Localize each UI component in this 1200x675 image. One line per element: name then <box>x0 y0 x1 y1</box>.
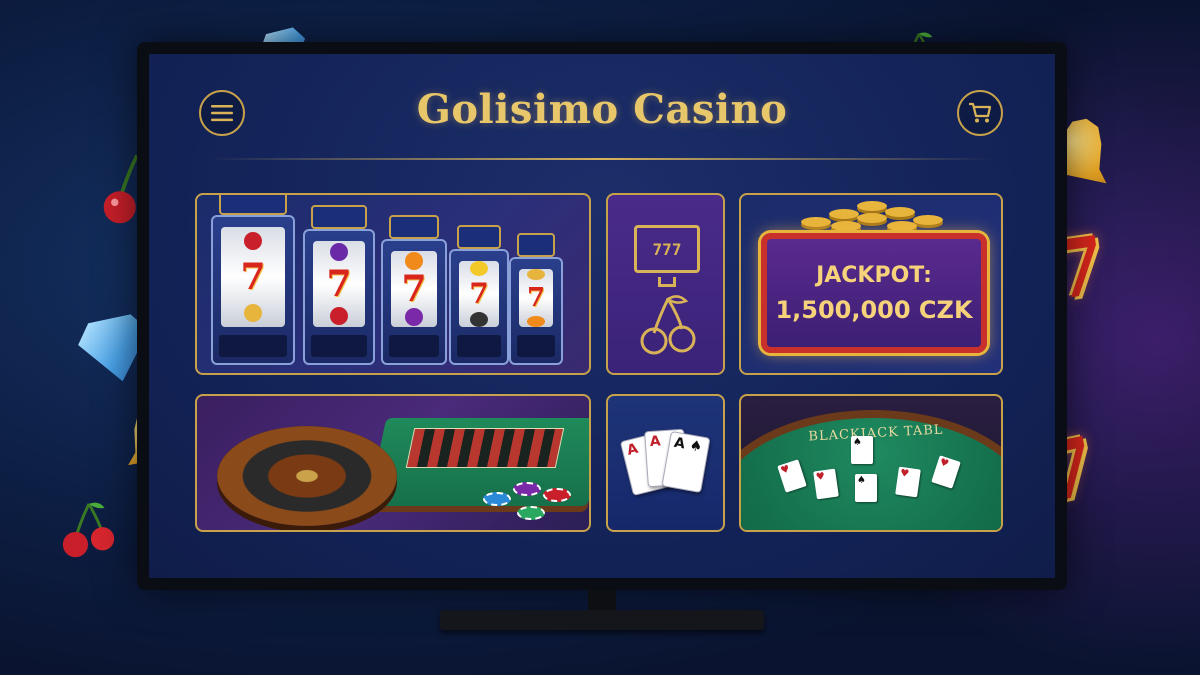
playing-card: ♥ <box>895 466 921 498</box>
seven-symbol: 7 <box>469 277 489 310</box>
title-divider <box>209 158 995 160</box>
slot-machine: 7 <box>509 233 563 365</box>
cherry-outline-icon <box>640 295 696 355</box>
roulette-game-tile[interactable] <box>195 394 591 532</box>
shopping-cart-icon <box>969 102 992 123</box>
slot-machine-icon-stand <box>658 277 676 287</box>
seven-symbol: 7 <box>526 283 546 313</box>
tv-stand-neck <box>588 590 616 612</box>
casino-chip <box>517 506 545 520</box>
app-title: Golisimo Casino <box>416 86 788 133</box>
jackpot-tile[interactable]: JACKPOT: 1,500,000 CZK <box>739 193 1003 375</box>
seven-symbol: 7 <box>326 262 352 305</box>
slot-machine-icon: 777 <box>634 225 700 273</box>
jackpot-amount: 1,500,000 CZK <box>775 295 973 324</box>
casino-chip <box>483 492 511 506</box>
slots-game-tile[interactable]: 7 7 7 7 7 <box>195 193 591 375</box>
blackjack-game-tile[interactable]: BLACKJACK TABL ♥ ♥ ♠ ♥ ♥ ♠ <box>739 394 1003 532</box>
tv-stand-base <box>440 610 764 630</box>
tv-screen: Golisimo Casino 7 7 7 7 7 777 JACKPOT: 1… <box>149 54 1055 578</box>
playing-card: ♠ <box>851 436 873 464</box>
seven-symbol: 7 <box>401 267 427 310</box>
jackpot-label: JACKPOT: <box>816 262 932 288</box>
playing-card: ♥ <box>813 468 839 500</box>
slot-machine: 7 <box>211 195 295 365</box>
slot-machine: 7 <box>303 205 375 365</box>
playing-card: ♠ <box>855 474 877 502</box>
playing-card: A ♠ <box>661 430 711 494</box>
slot-category-tile[interactable]: 777 <box>606 193 725 375</box>
cart-button[interactable] <box>957 90 1003 136</box>
slot-machine: 7 <box>449 225 509 365</box>
slot-machine: 7 <box>381 215 447 365</box>
casino-chip <box>543 488 571 502</box>
seven-symbol: 7 <box>240 255 266 298</box>
roulette-wheel <box>217 426 397 526</box>
gold-coins-stack <box>791 195 961 233</box>
jackpot-marquee: JACKPOT: 1,500,000 CZK <box>761 233 987 353</box>
casino-chip <box>513 482 541 496</box>
cherry-icon <box>62 502 115 558</box>
card-games-tile[interactable]: A A A ♠ <box>606 394 725 532</box>
